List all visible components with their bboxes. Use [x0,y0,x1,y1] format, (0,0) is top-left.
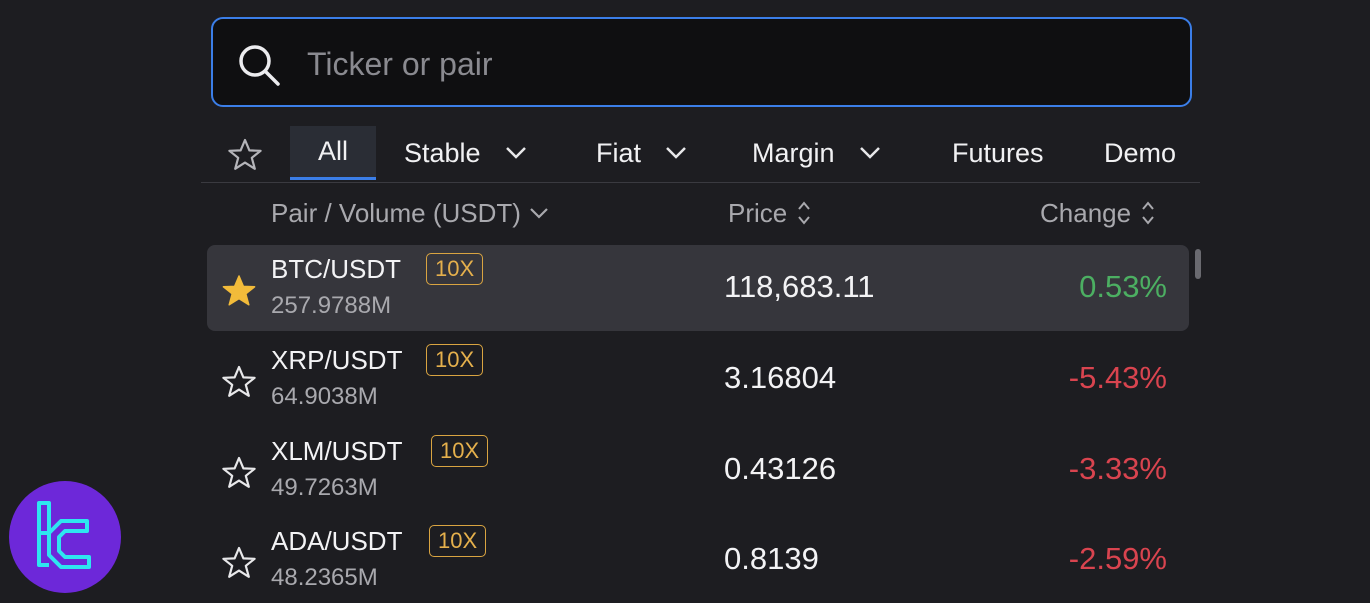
tab-margin-label: Margin [752,137,835,168]
chevron-down-icon [859,147,880,159]
market-tabs: All Stable Fiat Margin Futures Demo [201,126,1200,183]
star-outline-icon[interactable] [221,456,257,490]
leverage-badge: 10X [426,344,484,376]
tab-all-label: All [317,136,348,166]
leverage-badge: 10X [426,253,484,285]
volume-value: 49.7263M [271,474,378,501]
price-value: 0.8139 [724,541,819,576]
pair-name: XRP/USDT [271,345,403,375]
table-row[interactable]: XRP/USDT 10X 64.9038M 3.16804 -5.43% [207,336,1189,422]
column-header-change[interactable]: Change [1040,196,1155,230]
tab-futures-label: Futures [952,137,1044,168]
column-header-price-label: Price [728,197,788,228]
favorites-tab-star-icon[interactable] [227,138,263,172]
tab-fiat[interactable]: Fiat [596,126,687,180]
price-value: 0.43126 [724,451,837,486]
change-value: -5.43% [1068,360,1167,395]
pair-name: BTC/USDT [271,254,401,284]
change-value: -3.33% [1068,451,1167,486]
chevron-down-icon [666,147,686,159]
chevron-down-icon [505,147,526,159]
column-header-change-label: Change [1040,197,1132,228]
table-row[interactable]: BTC/USDT 10X 257.9788M 118,683.11 0.53% [207,245,1189,331]
price-value: 118,683.11 [724,269,875,304]
tab-stable[interactable]: Stable [404,126,527,180]
volume-value: 257.9788M [271,292,392,319]
leverage-badge: 10X [431,435,489,467]
column-header-pair-volume[interactable]: Pair / Volume (USDT) [271,196,549,230]
table-row[interactable]: XLM/USDT 10X 49.7263M 0.43126 -3.33% [207,427,1189,513]
tab-futures[interactable]: Futures [952,126,1044,180]
star-outline-icon[interactable] [221,546,257,580]
change-value: -2.59% [1068,541,1167,576]
pair-name: XLM/USDT [271,436,403,466]
tab-demo[interactable]: Demo [1104,126,1176,180]
change-value: 0.53% [1079,269,1167,304]
brand-logo [9,481,121,593]
tab-stable-label: Stable [404,137,481,168]
sort-icon [1142,201,1154,225]
tab-fiat-label: Fiat [596,137,642,168]
pair-name: ADA/USDT [271,526,403,556]
volume-value: 48.2365M [271,564,378,591]
star-filled-icon[interactable] [221,274,257,308]
sort-icon [798,201,811,225]
chevron-down-icon [530,208,548,219]
tab-demo-label: Demo [1104,137,1177,168]
tab-all[interactable]: All [290,126,376,180]
column-header-pair-volume-label: Pair / Volume (USDT) [271,197,521,228]
table-row[interactable]: ADA/USDT 10X 48.2365M 0.8139 -2.59% [207,517,1189,603]
star-outline-icon[interactable] [221,365,257,399]
volume-value: 64.9038M [271,383,378,410]
tab-margin[interactable]: Margin [752,126,881,180]
leverage-badge: 10X [429,525,487,557]
price-value: 3.16804 [724,360,837,395]
search-icon [239,45,280,86]
search-bar[interactable] [211,17,1192,107]
column-header-price[interactable]: Price [728,196,811,230]
scrollbar-thumb[interactable] [1195,249,1201,279]
search-input[interactable] [305,37,1169,91]
